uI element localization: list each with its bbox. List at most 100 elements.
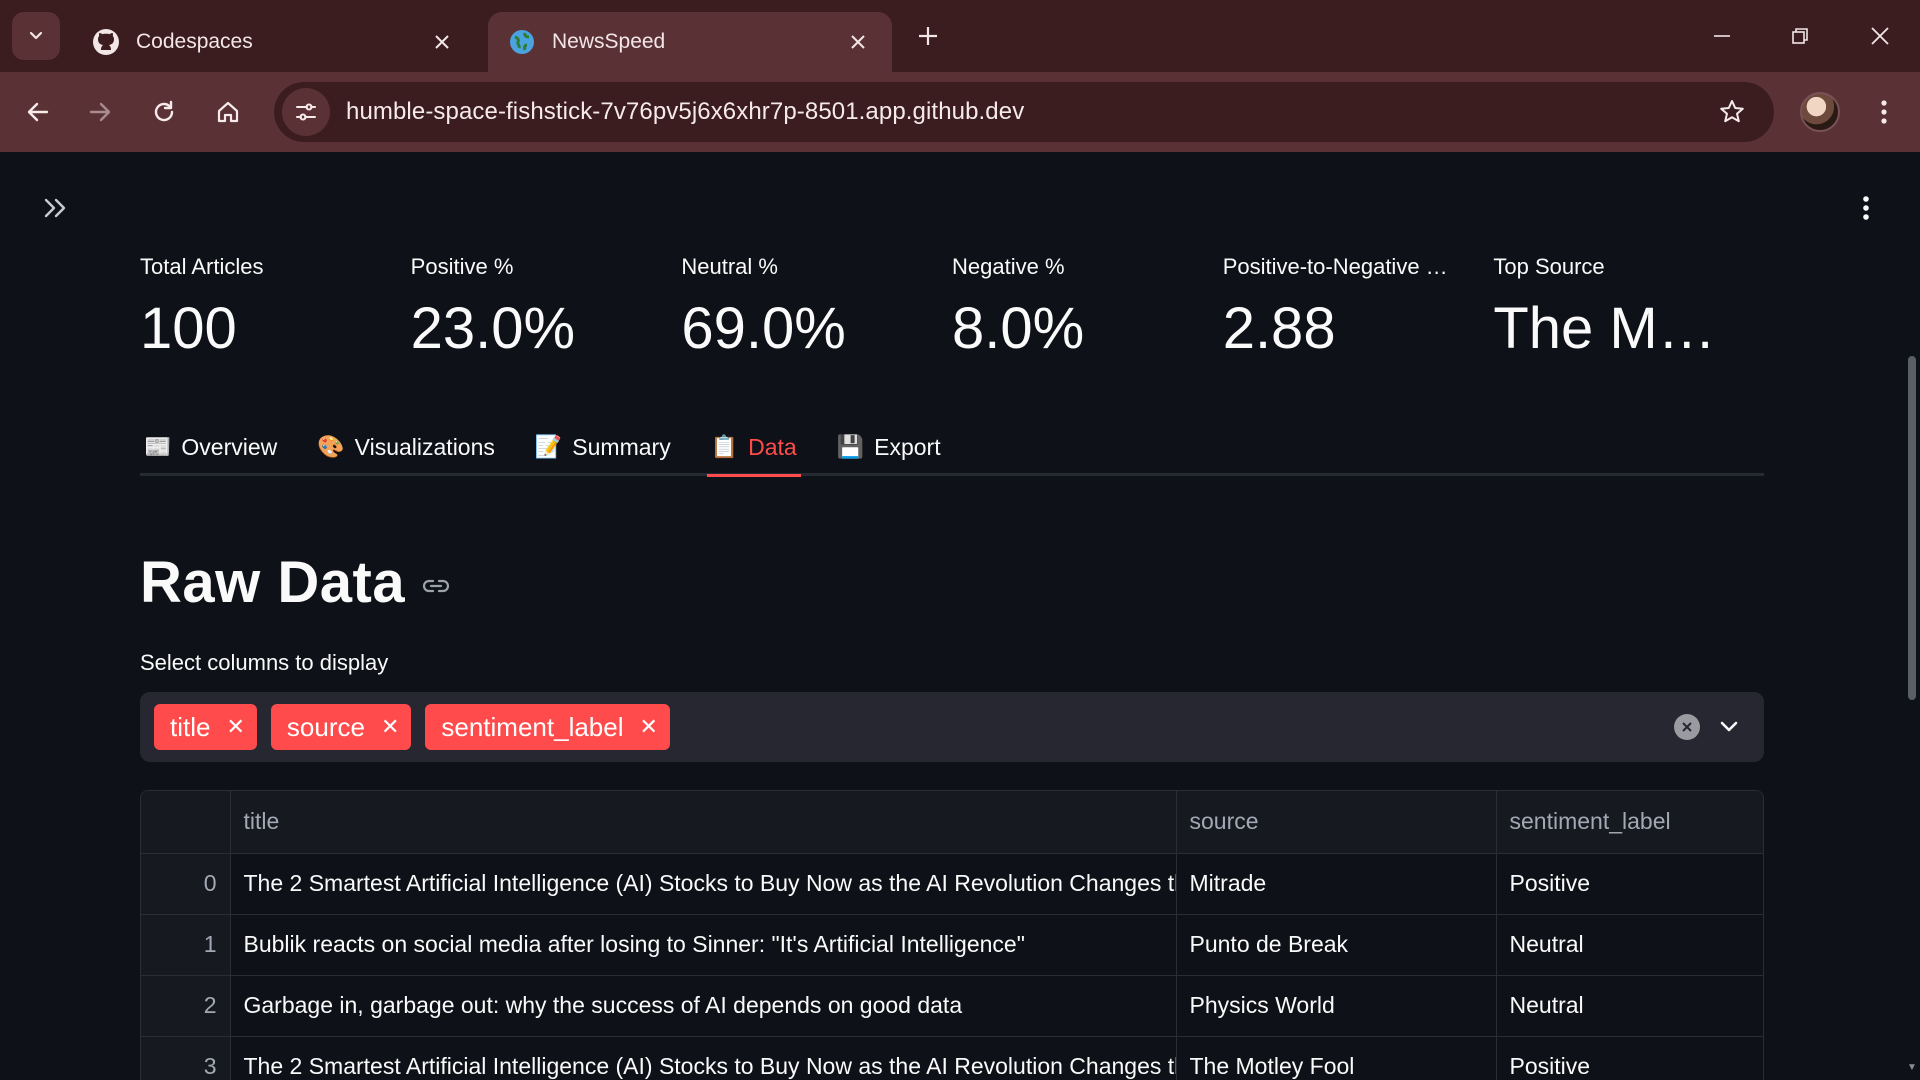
row-index: 1 bbox=[141, 914, 231, 976]
tune-icon bbox=[296, 103, 316, 121]
chip-title: title ✕ bbox=[154, 704, 257, 750]
table-row: 3 The 2 Smartest Artificial Intelligence… bbox=[141, 1036, 1763, 1080]
floppy-disk-icon: 💾 bbox=[836, 434, 865, 459]
metric-label: Positive-to-Negative … bbox=[1222, 254, 1448, 279]
metric-value: 2.88 bbox=[1222, 296, 1336, 361]
close-icon bbox=[1871, 27, 1889, 45]
metric-positive-pct: Positive % 23.0% bbox=[411, 252, 682, 372]
cell-sentiment[interactable]: Neutral bbox=[1496, 914, 1763, 976]
browser-tab-codespaces[interactable]: Codespaces bbox=[72, 12, 476, 72]
newspaper-icon: 📰 bbox=[144, 434, 172, 459]
table-row: 2 Garbage in, garbage out: why the succe… bbox=[141, 975, 1763, 1037]
palette-icon: 🎨 bbox=[317, 434, 345, 459]
close-icon bbox=[1682, 722, 1692, 732]
tab-summary[interactable]: 📝 Summary bbox=[531, 420, 675, 474]
dataframe[interactable]: title source sentiment_label 0 The 2 Sma… bbox=[140, 790, 1764, 1080]
cell-title[interactable]: Bublik reacts on social media after losi… bbox=[230, 914, 1177, 976]
chip-sentiment-label: sentiment_label ✕ bbox=[425, 704, 670, 750]
tab-title: NewsSpeed bbox=[552, 30, 666, 53]
plus-icon bbox=[919, 27, 937, 45]
metric-negative-pct: Negative % 8.0% bbox=[952, 252, 1223, 372]
chevron-down-icon bbox=[29, 31, 43, 40]
reload-button[interactable] bbox=[140, 88, 188, 136]
metric-label: Neutral % bbox=[681, 254, 778, 279]
browser-tab-bar: Codespaces NewsSpeed bbox=[0, 0, 1920, 72]
table-header-row: title source sentiment_label bbox=[141, 791, 1763, 854]
arrow-left-icon bbox=[27, 102, 49, 122]
new-tab-button[interactable] bbox=[908, 16, 948, 56]
back-button[interactable] bbox=[14, 88, 62, 136]
home-button[interactable] bbox=[204, 88, 252, 136]
chip-label: title bbox=[170, 711, 211, 742]
cell-title[interactable]: Garbage in, garbage out: why the success… bbox=[230, 975, 1177, 1037]
cell-sentiment[interactable]: Positive bbox=[1496, 853, 1763, 915]
address-bar[interactable]: humble-space-fishstick-7v76pv5j6x6xhr7p-… bbox=[274, 82, 1774, 142]
tab-search-button[interactable] bbox=[12, 12, 60, 60]
metrics-row: Total Articles 100 Positive % 23.0% Neut… bbox=[140, 252, 1764, 372]
remove-chip-icon[interactable]: ✕ bbox=[381, 714, 399, 740]
more-vertical-icon bbox=[1881, 100, 1887, 124]
tab-overview[interactable]: 📰 Overview bbox=[140, 420, 281, 474]
site-info-button[interactable] bbox=[282, 88, 330, 136]
cell-title[interactable]: The 2 Smartest Artificial Intelligence (… bbox=[230, 853, 1177, 915]
remove-chip-icon[interactable]: ✕ bbox=[640, 714, 658, 740]
scroll-down-arrow-icon[interactable]: ▼ bbox=[1904, 1062, 1920, 1078]
table-row: 0 The 2 Smartest Artificial Intelligence… bbox=[141, 853, 1763, 915]
column-header-source[interactable]: source bbox=[1176, 791, 1497, 854]
close-icon[interactable] bbox=[428, 28, 456, 56]
close-window-button[interactable] bbox=[1850, 14, 1910, 58]
cell-source[interactable]: Punto de Break bbox=[1176, 914, 1497, 976]
tab-label: Overview bbox=[181, 433, 278, 460]
remove-chip-icon[interactable]: ✕ bbox=[226, 714, 244, 740]
metric-top-source: Top Source The M… bbox=[1493, 252, 1764, 372]
memo-icon: 📝 bbox=[534, 434, 563, 459]
tab-data[interactable]: 📋 Data bbox=[706, 420, 801, 477]
clipboard-icon: 📋 bbox=[710, 434, 739, 459]
app-main-menu-button[interactable] bbox=[1848, 188, 1884, 228]
browser-toolbar: humble-space-fishstick-7v76pv5j6x6xhr7p-… bbox=[0, 72, 1920, 152]
minimize-button[interactable] bbox=[1692, 14, 1752, 58]
cell-source[interactable]: Physics World bbox=[1176, 975, 1497, 1037]
minimize-icon bbox=[1714, 35, 1730, 37]
tab-label: Summary bbox=[572, 433, 671, 460]
column-header-title[interactable]: title bbox=[230, 791, 1177, 854]
cell-sentiment[interactable]: Positive bbox=[1496, 1036, 1763, 1080]
tab-visualizations[interactable]: 🎨 Visualizations bbox=[313, 420, 499, 474]
arrow-right-icon bbox=[89, 102, 111, 122]
bookmark-button[interactable] bbox=[1714, 94, 1750, 130]
dropdown-toggle[interactable] bbox=[1716, 714, 1742, 740]
forward-button[interactable] bbox=[76, 88, 124, 136]
browser-tab-newsspeed[interactable]: NewsSpeed bbox=[488, 12, 892, 72]
tab-export[interactable]: 💾 Export bbox=[833, 420, 945, 474]
scrollbar-thumb[interactable] bbox=[1908, 356, 1916, 700]
data-table: title source sentiment_label 0 The 2 Sma… bbox=[141, 791, 1763, 1080]
tab-title: Codespaces bbox=[136, 30, 253, 53]
column-multiselect[interactable]: title ✕ source ✕ sentiment_label ✕ bbox=[140, 692, 1764, 762]
row-index: 3 bbox=[141, 1036, 231, 1080]
metric-label: Negative % bbox=[952, 254, 1065, 279]
close-icon[interactable] bbox=[844, 28, 872, 56]
sidebar-expand-button[interactable] bbox=[36, 188, 76, 228]
url-text[interactable]: humble-space-fishstick-7v76pv5j6x6xhr7p-… bbox=[346, 98, 1024, 126]
section-header: Raw Data bbox=[140, 542, 453, 622]
metric-value: 69.0% bbox=[681, 296, 846, 361]
restore-icon bbox=[1792, 28, 1808, 44]
cell-source[interactable]: Mitrade bbox=[1176, 853, 1497, 915]
cell-sentiment[interactable]: Neutral bbox=[1496, 975, 1763, 1037]
row-index: 0 bbox=[141, 853, 231, 915]
cell-title[interactable]: The 2 Smartest Artificial Intelligence (… bbox=[230, 1036, 1177, 1080]
home-icon bbox=[217, 101, 239, 123]
globe-icon bbox=[508, 28, 536, 56]
index-header bbox=[141, 791, 231, 854]
restore-button[interactable] bbox=[1770, 14, 1830, 58]
column-header-sentiment-label[interactable]: sentiment_label bbox=[1496, 791, 1763, 854]
browser-menu-button[interactable] bbox=[1864, 92, 1904, 132]
profile-avatar[interactable] bbox=[1800, 92, 1840, 132]
chip-label: sentiment_label bbox=[441, 711, 624, 742]
table-row: 1 Bublik reacts on social media after lo… bbox=[141, 914, 1763, 976]
app-tabs: 📰 Overview 🎨 Visualizations 📝 Summary 📋 … bbox=[140, 420, 1764, 477]
column-select-label: Select columns to display bbox=[140, 650, 389, 675]
cell-source[interactable]: The Motley Fool bbox=[1176, 1036, 1497, 1080]
clear-all-button[interactable] bbox=[1674, 714, 1700, 740]
anchor-link-icon[interactable] bbox=[419, 569, 453, 603]
